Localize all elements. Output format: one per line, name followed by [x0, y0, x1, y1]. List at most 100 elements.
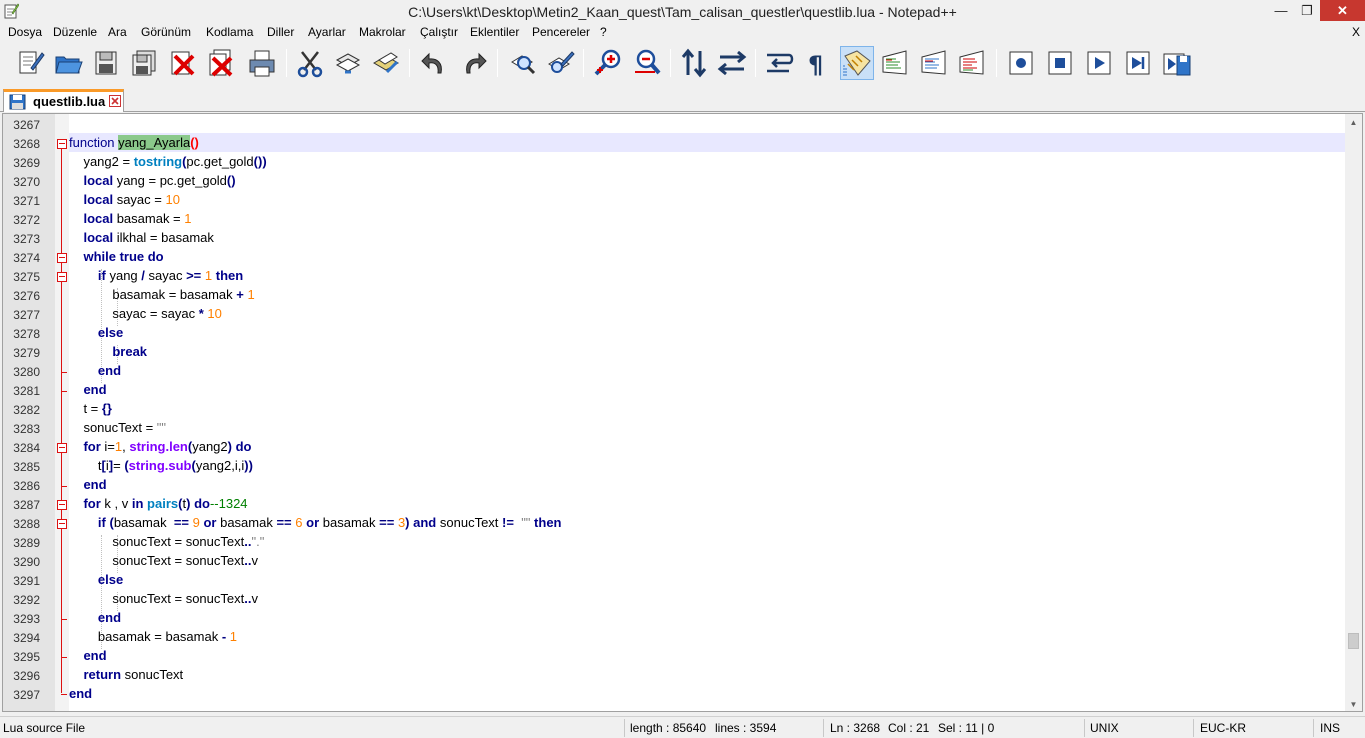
line-number: 3279	[13, 346, 40, 360]
print-icon[interactable]	[245, 46, 279, 80]
sync-vertical-icon[interactable]	[677, 46, 711, 80]
line-number: 3272	[13, 213, 40, 227]
open-file-icon[interactable]	[51, 46, 85, 80]
menu-dosya[interactable]: Dosya	[8, 25, 42, 39]
undo-icon[interactable]	[417, 46, 451, 80]
sync-horizontal-icon[interactable]	[715, 46, 749, 80]
new-file-icon[interactable]	[13, 46, 47, 80]
code-line: sonucText = sonucText.."."	[69, 534, 265, 549]
unsaved-file-icon	[9, 94, 26, 110]
menu-calistir[interactable]: Çalıştır	[420, 25, 458, 39]
redo-icon[interactable]	[457, 46, 491, 80]
fold-end-marker	[61, 694, 67, 695]
code-line: return sonucText	[83, 667, 184, 682]
fold-end-marker	[61, 486, 67, 487]
line-number: 3271	[13, 194, 40, 208]
fold-end-marker	[61, 391, 67, 392]
user-language-icon[interactable]	[878, 46, 912, 80]
code-line: for k , v in pairs(t) do--1324	[83, 496, 248, 511]
menu-help[interactable]: ?	[600, 25, 607, 39]
code-line: local sayac = 10	[83, 192, 180, 207]
code-line: end	[97, 363, 122, 378]
fold-toggle-icon[interactable]	[57, 253, 67, 263]
fold-toggle-icon[interactable]	[57, 139, 67, 149]
line-number: 3291	[13, 574, 40, 588]
record-macro-icon[interactable]	[1004, 46, 1038, 80]
toolbar-separator	[996, 49, 997, 77]
line-number: 3278	[13, 327, 40, 341]
menu-kodlama[interactable]: Kodlama	[206, 25, 253, 39]
code-line: local ilkhal = basamak	[83, 230, 214, 245]
fold-toggle-icon[interactable]	[57, 443, 67, 453]
fold-margin[interactable]	[55, 114, 69, 711]
zoom-in-icon[interactable]	[591, 46, 625, 80]
menu-eklentiler[interactable]: Eklentiler	[470, 25, 519, 39]
toolbar-separator	[286, 49, 287, 77]
code-line: yang2 = tostring(pc.get_gold())	[69, 154, 267, 169]
maximize-button[interactable]: ❐	[1294, 0, 1320, 21]
fold-toggle-icon[interactable]	[57, 500, 67, 510]
status-eol-format[interactable]: UNIX	[1090, 721, 1119, 735]
minimize-button[interactable]: —	[1268, 0, 1294, 21]
save-icon[interactable]	[89, 46, 123, 80]
status-column: Col : 21	[888, 721, 930, 735]
paste-icon[interactable]	[369, 46, 403, 80]
code-line: break	[112, 344, 148, 359]
cut-icon[interactable]	[293, 46, 327, 80]
line-number: 3295	[13, 650, 40, 664]
code-editor[interactable]: 3267 3268 3269 3270 3271 3272 3273 3274 …	[2, 113, 1363, 712]
fold-end-marker	[61, 619, 67, 620]
scroll-up-arrow-icon[interactable]: ▲	[1345, 114, 1362, 131]
menu-gorunum[interactable]: Görünüm	[141, 25, 191, 39]
replace-icon[interactable]	[543, 46, 577, 80]
function-list-icon[interactable]	[955, 46, 989, 80]
line-number: 3281	[13, 384, 40, 398]
tab-close-icon[interactable]	[109, 95, 121, 107]
document-map-icon[interactable]	[917, 46, 951, 80]
indent-guide-icon[interactable]	[840, 46, 874, 80]
status-encoding[interactable]: EUC-KR	[1200, 721, 1246, 735]
copy-icon[interactable]	[331, 46, 365, 80]
menu-ara[interactable]: Ara	[108, 25, 127, 39]
close-window-button[interactable]: ✕	[1320, 0, 1365, 21]
vertical-scrollbar[interactable]: ▲ ▼	[1345, 114, 1362, 711]
status-filetype: Lua source File	[3, 721, 86, 735]
menu-makrolar[interactable]: Makrolar	[359, 25, 406, 39]
show-all-chars-icon[interactable]: ¶	[800, 46, 834, 80]
toolbar-separator	[409, 49, 410, 77]
scrollbar-thumb[interactable]	[1348, 633, 1359, 649]
menu-pencereler[interactable]: Pencereler	[532, 25, 590, 39]
save-all-icon[interactable]	[127, 46, 161, 80]
fold-toggle-icon[interactable]	[57, 519, 67, 529]
word-wrap-icon[interactable]	[762, 46, 796, 80]
stop-macro-icon[interactable]	[1043, 46, 1077, 80]
run-macro-multiple-icon[interactable]	[1121, 46, 1155, 80]
code-line: sonucText = sonucText..v	[69, 591, 258, 606]
menu-duzenle[interactable]: Düzenle	[53, 25, 97, 39]
code-line: sayac = sayac * 10	[69, 306, 222, 321]
menu-ayarlar[interactable]: Ayarlar	[308, 25, 346, 39]
play-macro-icon[interactable]	[1082, 46, 1116, 80]
find-icon[interactable]	[505, 46, 539, 80]
close-file-icon[interactable]	[165, 46, 199, 80]
menu-diller[interactable]: Diller	[267, 25, 294, 39]
close-all-icon[interactable]	[203, 46, 237, 80]
close-document-button[interactable]: X	[1352, 25, 1360, 39]
line-number: 3269	[13, 156, 40, 170]
code-line: basamak = basamak + 1	[69, 287, 255, 302]
fold-end-marker	[61, 657, 67, 658]
code-line: while true do	[83, 249, 164, 264]
status-separator	[1084, 719, 1085, 737]
tab-questlib-lua[interactable]: questlib.lua	[3, 89, 124, 112]
fold-toggle-icon[interactable]	[57, 272, 67, 282]
toolbar-separator	[670, 49, 671, 77]
save-macro-icon[interactable]	[1160, 46, 1194, 80]
zoom-out-icon[interactable]	[630, 46, 664, 80]
code-line: function yang_Ayarla()	[69, 135, 199, 150]
line-number: 3297	[13, 688, 40, 702]
scroll-down-arrow-icon[interactable]: ▼	[1345, 696, 1362, 711]
line-number: 3270	[13, 175, 40, 189]
code-text-area[interactable]: function yang_Ayarla() yang2 = tostring(…	[69, 114, 1346, 711]
code-line: end	[97, 610, 122, 625]
line-number: 3288	[13, 517, 40, 531]
